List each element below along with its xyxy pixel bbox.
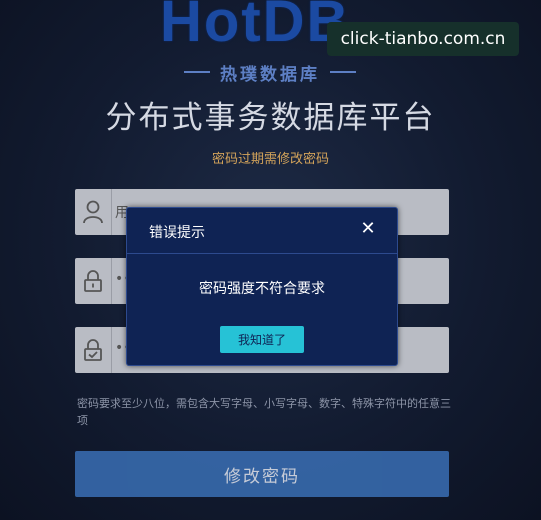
lock-icon [75, 258, 111, 304]
field-divider [111, 327, 112, 373]
change-password-button[interactable]: 修改密码 [75, 451, 449, 497]
divider [184, 71, 210, 73]
dialog-header: 错误提示 ✕ [127, 208, 397, 254]
shield-check-icon [75, 327, 111, 373]
dialog-title: 错误提示 [149, 225, 205, 241]
error-dialog: 错误提示 ✕ 密码强度不符合要求 我知道了 [126, 207, 398, 366]
field-divider [111, 258, 112, 304]
close-icon[interactable]: ✕ [359, 220, 377, 238]
expiry-notice: 密码过期需修改密码 [211, 152, 329, 167]
ok-button[interactable]: 我知道了 [220, 326, 304, 353]
logo-subtitle: 热璞数据库 [220, 64, 320, 85]
password-hint: 密码要求至少八位，需包含大写字母、小写字母、数字、特殊字符中的任意三项 [77, 397, 451, 427]
divider [330, 71, 356, 73]
page-title: 分布式事务数据库平台 [105, 100, 436, 136]
field-divider [111, 189, 112, 235]
logo-text: HotDB [160, 0, 351, 54]
watermark: click-tianbo.com.cn [327, 22, 519, 56]
dialog-message: 密码强度不符合要求 [199, 281, 325, 297]
logo-subtitle-row: 热璞数据库 [170, 60, 370, 85]
user-icon [75, 189, 111, 235]
